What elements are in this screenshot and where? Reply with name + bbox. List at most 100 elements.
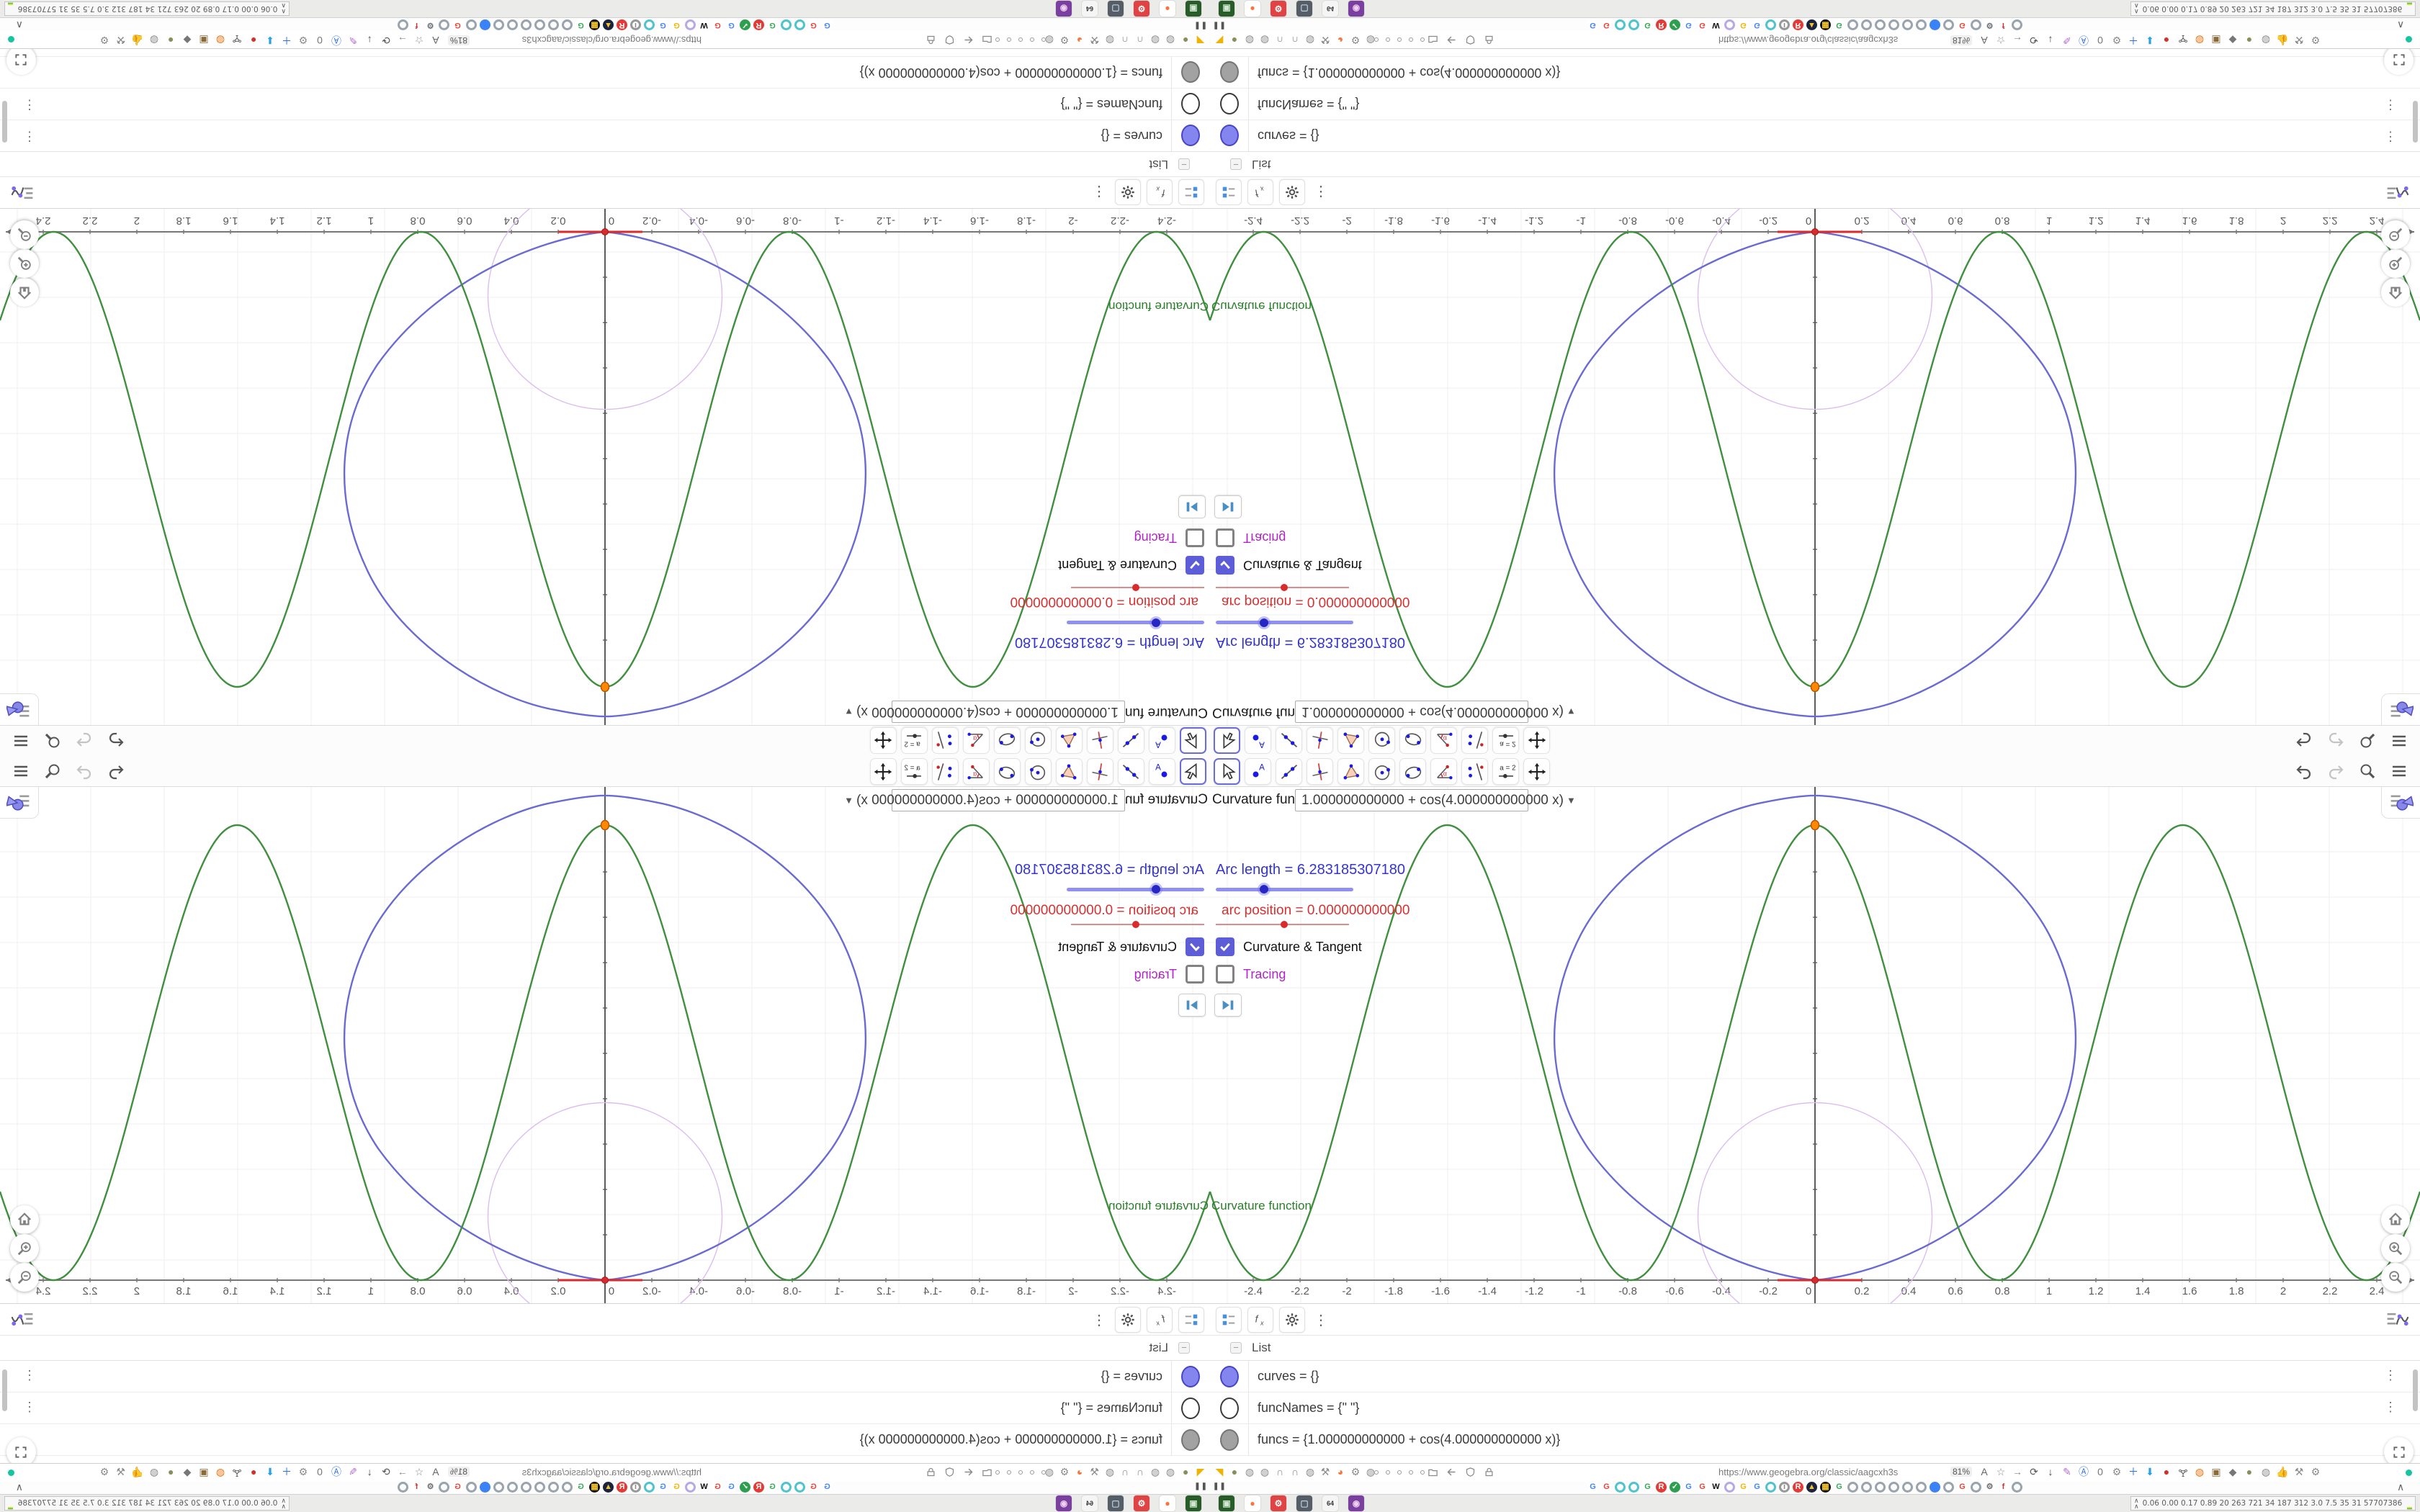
shield-button-icon[interactable]: ◆: [181, 1464, 194, 1479]
tab-favicon[interactable]: G: [767, 1482, 778, 1493]
tab-favicon[interactable]: G: [726, 19, 737, 30]
tab-favicon[interactable]: G: [671, 19, 682, 30]
taskbar-app-mask-app[interactable]: ◉: [1056, 1495, 1072, 1511]
kebab-menu-icon[interactable]: ⋮: [1314, 184, 1328, 202]
circle-button-icon[interactable]: ●: [2243, 1464, 2256, 1479]
dropdown-arrow-icon[interactable]: ▼: [1567, 706, 1576, 717]
tab-favicon[interactable]: G: [452, 1482, 463, 1493]
taskbar-app-settings[interactable]: ⚙: [1134, 1, 1150, 17]
tab-favicon[interactable]: [521, 19, 532, 30]
text-size-button-icon[interactable]: A: [1978, 33, 1991, 48]
trash-button-icon[interactable]: 🝖: [2177, 1464, 2190, 1479]
kebab-menu-icon[interactable]: ⋮: [1314, 1311, 1328, 1329]
tab-favicon[interactable]: G: [1697, 19, 1708, 30]
globe-button-icon[interactable]: ◍: [148, 33, 161, 48]
gear-button-icon[interactable]: ⚙: [2110, 1464, 2123, 1479]
circle-extension-icon[interactable]: ●: [1179, 33, 1192, 48]
wrench-button-icon[interactable]: ⚒: [115, 33, 127, 48]
tab-favicon[interactable]: G: [1752, 19, 1762, 30]
arc-position-slider[interactable]: [1216, 920, 1363, 929]
slider-knob[interactable]: [1281, 584, 1288, 591]
kebab-menu-icon[interactable]: ⋮: [1092, 184, 1106, 202]
taskbar-app-firefox[interactable]: ●: [1245, 1, 1260, 17]
algebra-row-funcnames[interactable]: funcNames = {" "} ⋮: [1210, 88, 2420, 120]
tab-favicon[interactable]: [534, 1482, 545, 1493]
tab-favicon[interactable]: [1628, 19, 1639, 30]
tab-favicon[interactable]: i: [630, 19, 641, 30]
slider-track[interactable]: [1216, 888, 1353, 891]
tab-favicon[interactable]: [398, 19, 408, 30]
arc-length-slider[interactable]: [1216, 883, 1363, 896]
globe-extension-icon[interactable]: ◍: [1258, 33, 1271, 48]
gear-icon[interactable]: [1279, 1307, 1305, 1333]
arc-position-slider[interactable]: [1057, 920, 1204, 929]
globe-extension-icon[interactable]: ◍: [1149, 33, 1162, 48]
wrench-button-icon[interactable]: ⚒: [2293, 33, 2305, 48]
tab-favicon[interactable]: R: [753, 19, 764, 30]
tab-favicon[interactable]: G: [1957, 19, 1968, 30]
gear-button-icon[interactable]: ⚙: [297, 33, 310, 48]
taskbar-app-mask-app[interactable]: ◉: [1056, 1, 1072, 17]
headset-extension-icon[interactable]: ∩: [1134, 1464, 1147, 1479]
tree-view-icon[interactable]: [1178, 1307, 1204, 1333]
tool-reflect-about-line-icon[interactable]: [1461, 758, 1488, 785]
tab-favicon[interactable]: ▲: [1806, 1482, 1817, 1493]
pause-icon[interactable]: ❚❚: [1193, 22, 1207, 30]
home-view-button[interactable]: [10, 1205, 39, 1234]
play-step-button[interactable]: [1178, 495, 1206, 518]
gear-button-icon[interactable]: ⚙: [297, 1464, 310, 1479]
zero-button-icon[interactable]: 0: [2094, 1464, 2107, 1479]
tab-favicon[interactable]: G: [452, 19, 463, 30]
firefox-extension-icon[interactable]: ◕: [1334, 33, 1347, 48]
taskbar-app-firefox[interactable]: ●: [1160, 1495, 1175, 1511]
circle-extension-icon[interactable]: ●: [1228, 33, 1241, 48]
taskbar-app-settings[interactable]: ⚙: [1270, 1495, 1286, 1511]
menu-icon[interactable]: [10, 730, 32, 752]
tab-favicon[interactable]: G: [1738, 19, 1749, 30]
collapse-icon[interactable]: −: [1230, 158, 1242, 170]
tab-favicon[interactable]: [1615, 1482, 1626, 1493]
address-bar-url[interactable]: https://www.geogebra.org/classic/aagcxh3…: [1718, 35, 1898, 45]
algebra-row-funcnames[interactable]: funcNames = {" "} ⋮: [1210, 1392, 2420, 1424]
tab-favicon[interactable]: [439, 1482, 449, 1493]
download-button-icon[interactable]: ↓: [363, 33, 376, 48]
headset-extension-icon[interactable]: ∩: [1273, 33, 1286, 48]
shield-button-icon[interactable]: ◆: [181, 33, 194, 48]
taskbar-app-firefox[interactable]: ●: [1245, 1495, 1260, 1511]
wrench-extension-icon[interactable]: ⚒: [1088, 1464, 1101, 1479]
tab-favicon[interactable]: ▲: [603, 1482, 614, 1493]
tab-favicon[interactable]: G: [1834, 19, 1845, 30]
search-icon[interactable]: [2357, 730, 2378, 752]
algebra-row-funcs[interactable]: funcs = {1.000000000000 + cos(4.00000000…: [1210, 1424, 2420, 1456]
gear-button-icon[interactable]: ⚙: [98, 33, 111, 48]
tab-favicon[interactable]: [644, 19, 655, 30]
tool-ellipse-icon[interactable]: [1399, 758, 1426, 785]
dropdown-arrow-icon[interactable]: ▼: [844, 706, 853, 717]
badge-button-icon[interactable]: ▣: [2210, 1464, 2223, 1479]
algebra-row-curves[interactable]: curves = {} ⋮: [1210, 1361, 2420, 1392]
tab-favicon[interactable]: G: [1697, 1482, 1708, 1493]
tree-view-icon[interactable]: [1216, 1307, 1242, 1333]
tab-favicon[interactable]: [644, 1482, 655, 1493]
tab-favicon[interactable]: [507, 1482, 518, 1493]
globe-orange-button-icon[interactable]: ◍: [2193, 1464, 2206, 1479]
collapse-icon[interactable]: −: [1178, 158, 1190, 170]
tool-slider-icon[interactable]: a = 2: [1492, 758, 1519, 785]
chevron-up-icon[interactable]: ∧: [16, 19, 23, 31]
chevron-up-icon[interactable]: ∧: [2397, 19, 2404, 31]
zoom-out-button[interactable]: [2381, 1263, 2410, 1292]
play-step-button[interactable]: [1214, 495, 1242, 518]
menu-icon[interactable]: [2388, 760, 2410, 782]
tab-favicon[interactable]: [1902, 19, 1913, 30]
tab-favicon[interactable]: [1916, 1482, 1927, 1493]
algebra-row-funcnames[interactable]: funcNames = {" "} ⋮: [0, 1392, 1210, 1424]
tab-favicon[interactable]: G: [1642, 1482, 1653, 1493]
back-icon[interactable]: [1445, 1464, 1458, 1479]
download-button-icon[interactable]: ↓: [363, 1464, 376, 1479]
tab-favicon[interactable]: [781, 19, 792, 30]
gear-button-icon[interactable]: ⚙: [2309, 33, 2322, 48]
globe-extension-icon[interactable]: ◍: [1103, 33, 1116, 48]
circle-extension-icon[interactable]: ●: [1228, 1464, 1241, 1479]
circle-button-icon[interactable]: ●: [164, 1464, 177, 1479]
tab-favicon[interactable]: [1724, 19, 1735, 30]
